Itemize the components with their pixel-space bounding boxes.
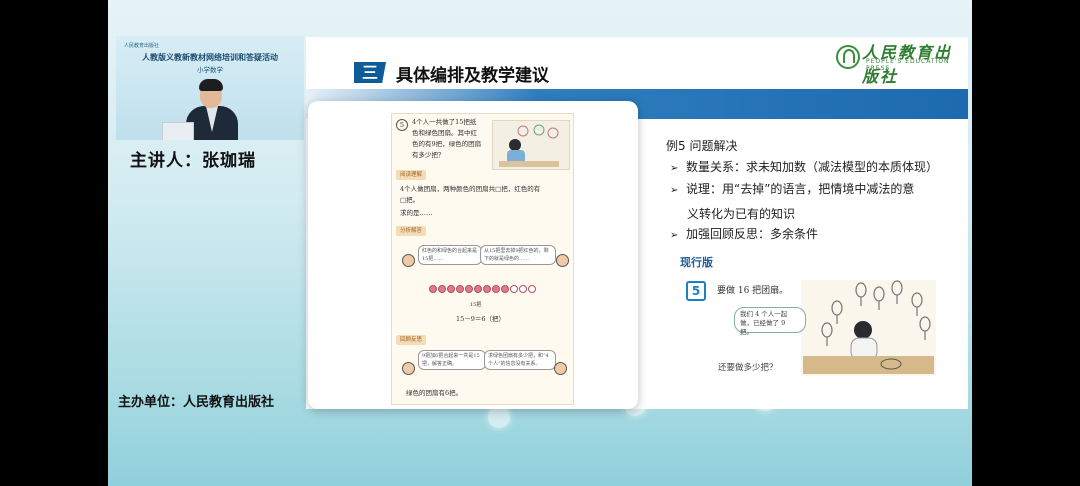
speech-bubble: 从15把里去掉9把红色的，剩下的就是绿色的…… — [480, 245, 556, 265]
organizer: 主办单位：人民教育出版社 — [118, 395, 275, 410]
speech-bubble: 9把加6把合起来一共是15把，解答正确。 — [418, 350, 486, 370]
current-problem-number: 5 — [686, 281, 706, 301]
presenter-hair — [199, 79, 223, 91]
understand-line: 4个人做团扇，两种颜色的团扇共□把，红色的有 — [400, 185, 541, 193]
girl-making-fans-illustration — [492, 120, 570, 170]
bead-red — [483, 285, 491, 293]
slide: 三 具体编排及教学建议 人民教育出版社 PEOPLE'S EDUCATION P… — [306, 37, 968, 409]
bullet-continuation: 义转化为已有的知识 — [687, 207, 796, 221]
bead-red — [456, 285, 464, 293]
video-title: 人教版义教新教材网络培训和答疑活动 — [142, 53, 278, 62]
bead-red — [447, 285, 455, 293]
textbook-card: 5 4个人一共做了15把纸 色和绿色团扇。其中红 色的有9把，绿色的团扇 有多少… — [308, 101, 638, 409]
child-avatar — [556, 254, 569, 267]
pep-logo-icon — [836, 45, 860, 69]
bead-red — [438, 285, 446, 293]
bullet-text: 加强回顾反思：多余条件 — [686, 227, 819, 241]
arrow-bullet-icon: ➢ — [670, 230, 679, 241]
bullet-item: ➢ 加强回顾反思：多余条件 — [670, 223, 818, 247]
section-title: 具体编排及教学建议 — [396, 66, 549, 86]
bead-red — [429, 285, 437, 293]
current-question: 还要做多少把？ — [718, 363, 778, 373]
girl-making-fans-illustration — [801, 280, 936, 376]
bullet-text: 数量关系：求未知加数（减法模型的本质体现） — [686, 160, 939, 174]
bead-model — [429, 285, 537, 293]
tag-solve: 分析解答 — [396, 226, 427, 236]
section-number-badge: 三 — [354, 62, 386, 83]
problem-text-line: 色和绿色团扇。其中红 — [412, 129, 477, 137]
problem-text-line: 4个人一共做了15把纸 — [412, 118, 477, 126]
presentation-stage: 人民教育出版社 人教版义教新教材网络培训和答疑活动 小学数学 主讲人：张珈瑞 主… — [108, 0, 972, 486]
tag-reading: 阅读理解 — [396, 170, 427, 180]
problem-number: 5 — [396, 119, 408, 131]
bullet-text: 说理：用“去掉”的语言，把情境中减法的意 — [686, 182, 915, 196]
fans-drawing — [803, 280, 934, 374]
arrow-bullet-icon: ➢ — [670, 185, 679, 196]
problem-text-line: 有多少把？ — [412, 151, 445, 159]
speech-bubble: 求绿色团扇有多少把，和“4个人”的信息没有关系。 — [484, 350, 556, 370]
bead-red — [474, 285, 482, 293]
bracket-label: 15把 — [470, 302, 482, 308]
bead-empty — [528, 285, 536, 293]
presenter-video: 人民教育出版社 人教版义教新教材网络培训和答疑活动 小学数学 — [116, 36, 304, 140]
bullet-item: ➢ 说理：用“去掉”的语言，把情境中减法的意 — [670, 178, 914, 202]
problem-text-line: 色的有9把，绿色的团扇 — [412, 140, 482, 148]
arrow-bullet-icon: ➢ — [670, 163, 679, 174]
fan-illustration-drawing — [499, 124, 559, 167]
child-avatar — [554, 362, 567, 375]
answer: 绿色的团扇有6把。 — [406, 389, 463, 397]
child-avatar — [402, 254, 415, 267]
video-logo-text: 人民教育出版社 — [124, 43, 160, 49]
bullet-item: ➢ 数量关系：求未知加数（减法模型的本质体现） — [670, 156, 938, 180]
laptop — [162, 122, 194, 140]
bead-red — [465, 285, 473, 293]
current-version-label: 现行版 — [680, 256, 713, 269]
bead-empty — [510, 285, 518, 293]
textbook-page: 5 4个人一共做了15把纸 色和绿色团扇。其中红 色的有9把，绿色的团扇 有多少… — [391, 113, 574, 405]
current-problem-text: 要做 16 把团扇。 — [717, 286, 789, 296]
child-avatar — [402, 362, 415, 375]
light-bokeh — [488, 406, 510, 428]
speech-bubble: 红色的和绿色的合起来是15把…… — [418, 245, 482, 265]
bead-red — [501, 285, 509, 293]
presenter-name: 主讲人：张珈瑞 — [130, 151, 256, 171]
publisher-name-en: PEOPLE'S EDUCATION PRESS — [866, 58, 950, 72]
bead-empty — [519, 285, 527, 293]
understand-line: 求的是…… — [400, 209, 433, 217]
understand-line: □把。 — [400, 196, 420, 204]
tag-review: 回顾反思 — [396, 335, 427, 345]
example-title: 例5 问题解决 — [666, 139, 738, 153]
bead-red — [492, 285, 500, 293]
equation: 15－9＝6（把） — [456, 315, 506, 323]
speech-bubble: 我们 4 个人一起做，已经做了 9 把。 — [734, 307, 806, 336]
video-subtitle: 小学数学 — [197, 66, 223, 74]
